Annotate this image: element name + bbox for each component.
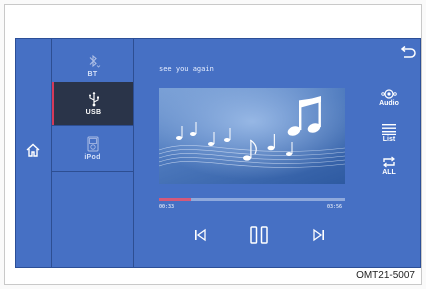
progress-bar[interactable] [159, 198, 345, 201]
source-list: BT USB iPod [52, 39, 134, 267]
ipod-icon [87, 136, 98, 152]
list-icon [382, 124, 396, 135]
source-item-usb[interactable]: USB [52, 82, 133, 125]
source-label-bt: BT [87, 71, 98, 78]
audio-settings-icon [381, 89, 397, 99]
audio-label: Audio [379, 100, 399, 107]
back-button[interactable] [400, 45, 416, 58]
music-note-icon [159, 88, 345, 184]
list-label: List [382, 136, 396, 143]
repeat-button[interactable]: ALL [374, 156, 404, 184]
album-art [159, 88, 345, 184]
home-button[interactable] [23, 140, 43, 160]
previous-button[interactable] [188, 224, 212, 246]
pause-icon [250, 226, 268, 244]
previous-track-icon [195, 228, 206, 242]
back-icon [400, 45, 416, 58]
figure-frame: BT USB iPod see you again Audio List ALL… [4, 4, 422, 285]
track-title: see you again [159, 65, 214, 73]
home-icon [26, 143, 40, 157]
repeat-label: ALL [382, 169, 396, 176]
usb-icon [88, 92, 99, 107]
divider [52, 171, 133, 172]
source-item-ipod[interactable]: iPod [52, 127, 133, 170]
list-button[interactable]: List [374, 123, 404, 151]
source-item-bt[interactable]: BT [52, 44, 133, 87]
bluetooth-icon [89, 54, 100, 68]
next-track-icon [313, 228, 324, 242]
audio-button[interactable]: Audio [374, 89, 404, 117]
home-column [16, 39, 52, 267]
player-panel: see you again Audio List ALL 00:33 03:56 [134, 39, 420, 267]
figure-caption: OMT21-5007 [356, 270, 415, 281]
repeat-icon [383, 156, 395, 168]
pause-button[interactable] [247, 224, 271, 246]
source-label-ipod: iPod [84, 154, 101, 161]
next-button[interactable] [307, 224, 331, 246]
head-unit-screen: BT USB iPod see you again Audio List ALL… [15, 38, 421, 268]
progress-fill [159, 198, 191, 201]
divider [52, 125, 133, 126]
elapsed-time: 00:33 [159, 204, 175, 210]
source-label-usb: USB [85, 109, 102, 116]
total-time: 03:56 [327, 204, 343, 210]
